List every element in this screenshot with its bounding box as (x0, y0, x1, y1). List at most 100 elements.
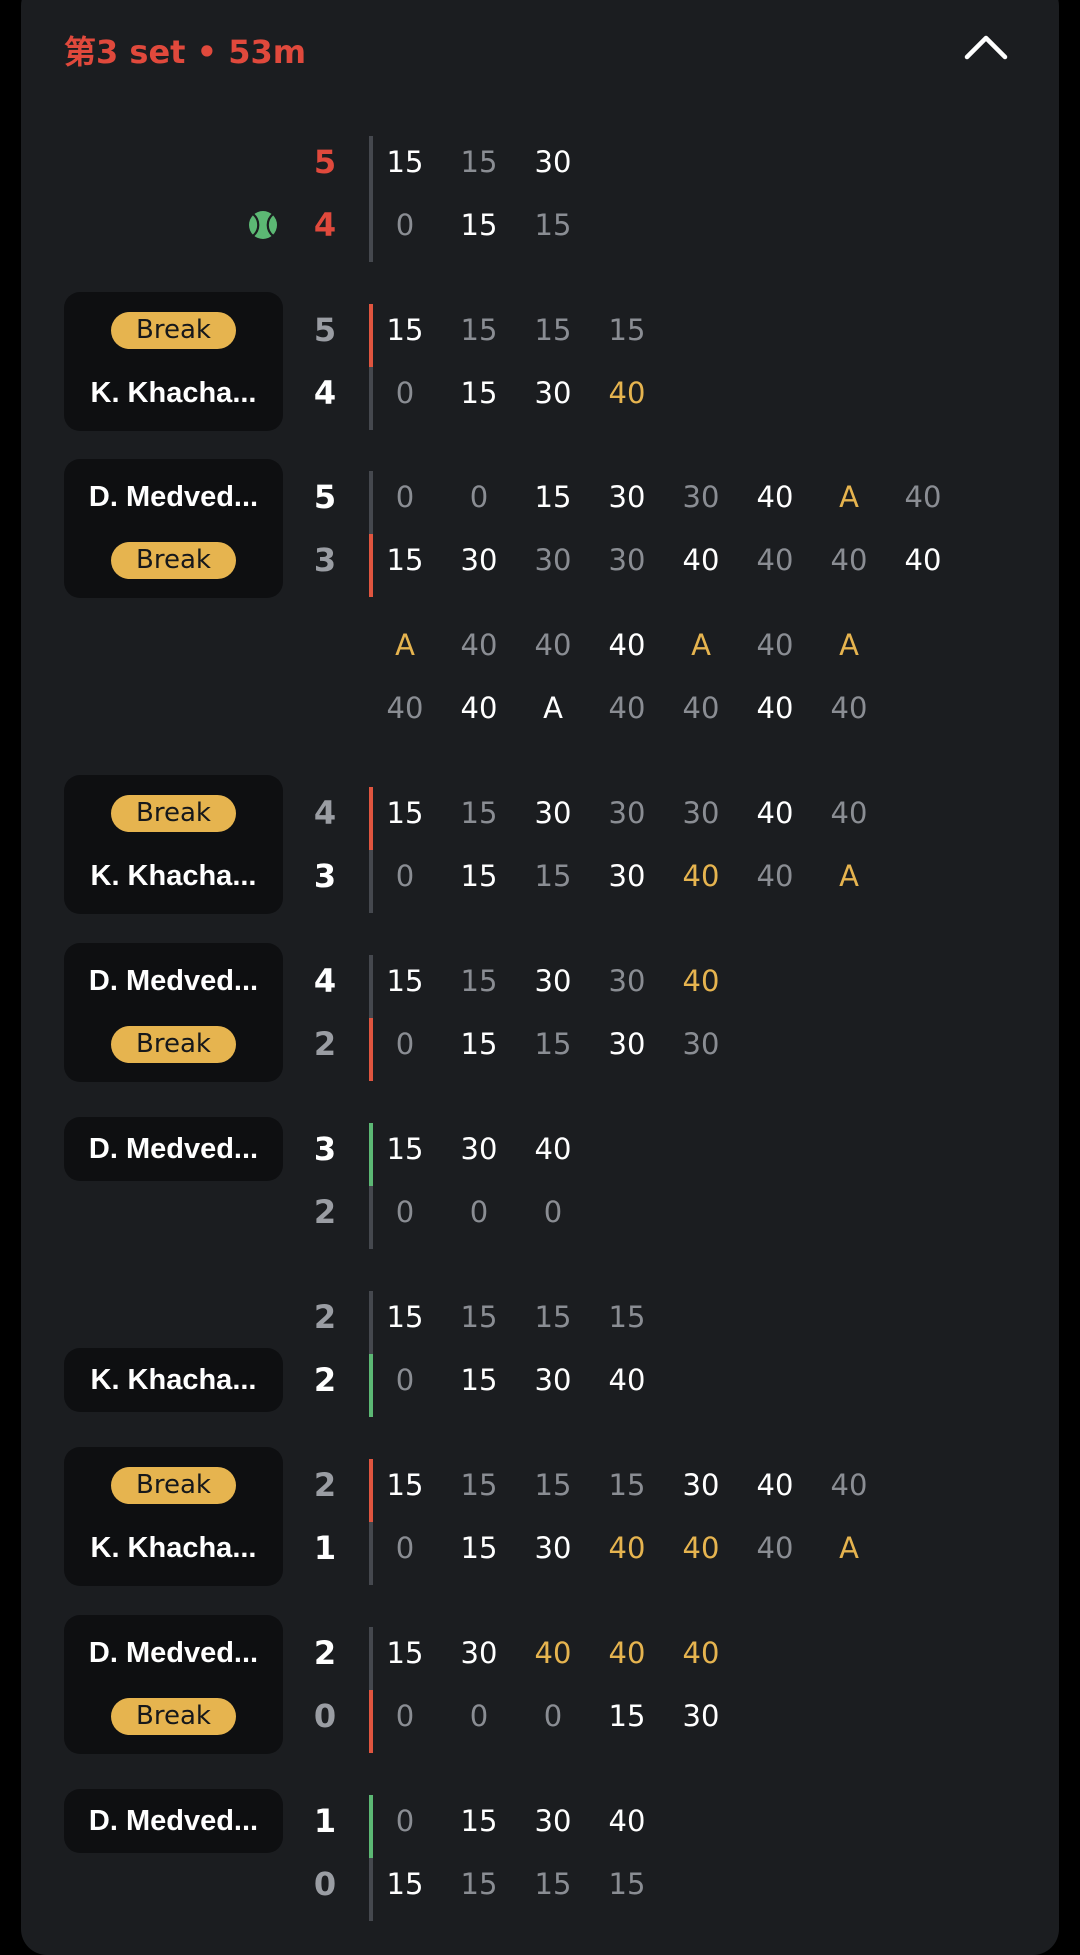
point-score: 0 (469, 1699, 489, 1733)
point-score: 15 (460, 1804, 498, 1838)
point-score: 15 (460, 964, 498, 998)
point-score: 0 (395, 1363, 415, 1397)
set-header-title: 第3 set • 53m (64, 33, 307, 71)
game-score: 4 (313, 374, 337, 412)
point-score: 40 (608, 1636, 646, 1670)
point-score: 15 (608, 1468, 646, 1502)
point-score: 30 (608, 543, 646, 577)
game-score: 2 (313, 1025, 337, 1063)
point-score: A (691, 628, 711, 662)
server-name: D. Medved... (88, 1804, 259, 1837)
serve-indicator-bar (369, 136, 373, 199)
point-score: 40 (756, 543, 794, 577)
point-score: 40 (682, 859, 720, 893)
point-score: 15 (534, 1027, 572, 1061)
point-score: 15 (534, 313, 572, 347)
point-score: 15 (460, 796, 498, 830)
point-score: 15 (460, 1363, 498, 1397)
point-score: 15 (386, 313, 424, 347)
point-score: 40 (904, 480, 942, 514)
point-score: 40 (756, 691, 794, 725)
point-score: A (395, 628, 415, 662)
point-score: 40 (756, 859, 794, 893)
point-score: 40 (830, 796, 868, 830)
server-name: D. Medved... (88, 480, 259, 513)
collapse-button[interactable] (956, 24, 1016, 68)
game-label-slot: Break (64, 793, 283, 833)
serve-indicator-bar (369, 1291, 373, 1354)
point-score: 40 (904, 543, 942, 577)
game-label-slot: Break (64, 1465, 283, 1505)
serve-indicator-bar (369, 850, 373, 913)
point-score: 40 (682, 691, 720, 725)
serve-indicator-bar (369, 955, 373, 1018)
point-score: 0 (395, 1027, 415, 1061)
point-score: 40 (682, 543, 720, 577)
point-score: 40 (534, 1132, 572, 1166)
point-score: 40 (460, 691, 498, 725)
game-label-slot: Break (64, 310, 283, 350)
serve-indicator-bar (369, 534, 373, 597)
tennis-ball-icon (249, 211, 277, 239)
point-score: 30 (534, 964, 572, 998)
serve-indicator-bar (369, 787, 373, 850)
serve-indicator-bar (369, 1690, 373, 1753)
point-score: 40 (756, 796, 794, 830)
point-score: 15 (460, 145, 498, 179)
game-score: 2 (313, 1466, 337, 1504)
point-score: 30 (534, 1363, 572, 1397)
serve-indicator-bar (369, 199, 373, 262)
point-score: 15 (460, 1867, 498, 1901)
point-score: 15 (608, 1300, 646, 1334)
point-score: 15 (608, 313, 646, 347)
server-name: K. Khacha... (90, 1531, 257, 1564)
serve-indicator-bar (369, 304, 373, 367)
game-label-slot: Break (64, 1024, 283, 1064)
game-label-slot: K. Khacha... (64, 373, 283, 413)
game-score: 2 (313, 1361, 337, 1399)
point-score: 40 (460, 628, 498, 662)
point-score: 30 (534, 543, 572, 577)
serve-indicator-bar (369, 1795, 373, 1858)
point-score: A (543, 691, 563, 725)
point-score: 30 (682, 796, 720, 830)
game-score: 0 (313, 1865, 337, 1903)
point-score: 30 (534, 376, 572, 410)
point-score: 40 (608, 1531, 646, 1565)
point-score: 40 (608, 1804, 646, 1838)
point-score: 15 (534, 859, 572, 893)
game-score: 5 (313, 478, 337, 516)
point-score: 30 (534, 145, 572, 179)
point-score: 30 (682, 1468, 720, 1502)
point-score: 0 (395, 1195, 415, 1229)
serve-indicator-bar (369, 1522, 373, 1585)
game-score: 1 (313, 1802, 337, 1840)
point-score: 0 (395, 1531, 415, 1565)
server-name: D. Medved... (88, 964, 259, 997)
point-score: 15 (534, 208, 572, 242)
game-label-slot: Break (64, 540, 283, 580)
point-score: 30 (682, 1027, 720, 1061)
chevron-up-icon (964, 35, 1008, 60)
point-score: 15 (608, 1699, 646, 1733)
game-label-slot: D. Medved... (64, 1801, 283, 1841)
point-score: 30 (608, 1027, 646, 1061)
point-score: 40 (386, 691, 424, 725)
game-score: 2 (313, 1298, 337, 1336)
break-badge: Break (111, 1697, 236, 1735)
server-name: K. Khacha... (90, 859, 257, 892)
point-score: 40 (682, 964, 720, 998)
point-score: 15 (386, 1468, 424, 1502)
point-score: 15 (460, 859, 498, 893)
point-score: 30 (460, 1132, 498, 1166)
point-score: 0 (469, 480, 489, 514)
point-score: 40 (756, 1468, 794, 1502)
point-score: 15 (460, 376, 498, 410)
point-score: 0 (395, 480, 415, 514)
game-score: 2 (313, 1634, 337, 1672)
point-score: 30 (608, 964, 646, 998)
serve-indicator-bar (369, 1186, 373, 1249)
point-score: 30 (534, 1804, 572, 1838)
point-score: 30 (682, 1699, 720, 1733)
point-score: 40 (608, 376, 646, 410)
